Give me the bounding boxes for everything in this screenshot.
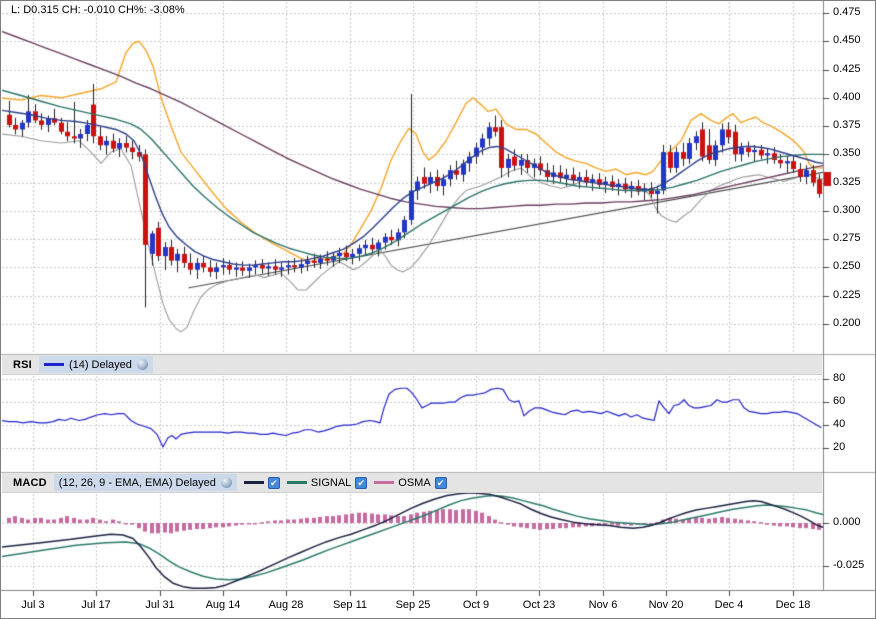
delayed-globe-icon [221,477,232,488]
signal-visibility-checkbox[interactable]: ✔ [355,477,367,489]
macd-header: MACD (12, 26, 9 - EMA, EMA) Delayed ✔ SI… [2,473,822,493]
osma-visibility-checkbox[interactable]: ✔ [435,477,447,489]
delayed-globe-icon [137,359,148,370]
chart-canvas [1,1,876,619]
rsi-header: RSI (14) Delayed [2,355,822,375]
quote-label: L: D0.315 CH: -0.010 CH%: -3.08% [11,4,185,16]
osma-legend: OSMA ✔ [374,477,446,489]
macd-line-swatch [244,481,264,484]
signal-line-swatch [287,481,307,484]
macd-legend-label: (12, 26, 9 - EMA, EMA) Delayed [59,477,216,489]
macd-panel-label: MACD [13,477,47,489]
rsi-line-swatch [44,363,64,366]
osma-legend-label: OSMA [398,477,430,489]
macd-legend-chip[interactable]: (12, 26, 9 - EMA, EMA) Delayed [54,474,237,491]
signal-line-legend: SIGNAL ✔ [287,477,367,489]
rsi-legend-label: (14) Delayed [69,359,132,371]
osma-swatch [374,481,394,484]
macd-visibility-checkbox[interactable]: ✔ [268,477,280,489]
rsi-panel-label: RSI [13,359,32,371]
signal-legend-label: SIGNAL [311,477,351,489]
rsi-legend-chip[interactable]: (14) Delayed [39,356,153,373]
macd-line-legend: ✔ [244,477,280,489]
stock-chart-window: L: D0.315 CH: -0.010 CH%: -3.08% RSI (14… [0,0,876,619]
